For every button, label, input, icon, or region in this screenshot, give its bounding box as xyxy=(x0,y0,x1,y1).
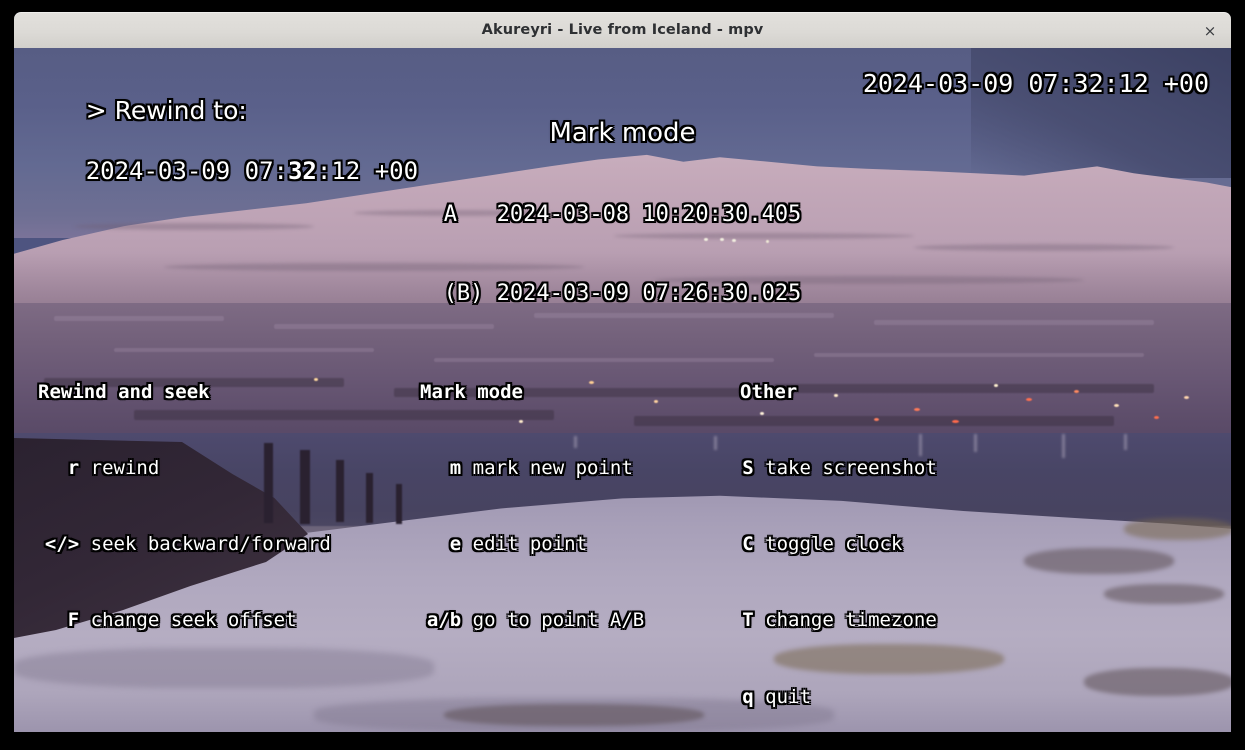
help-key: e xyxy=(449,533,462,556)
help-key: m xyxy=(449,457,462,480)
help-desc: mark new point xyxy=(472,457,633,480)
help-key: r xyxy=(67,457,80,480)
close-icon[interactable]: × xyxy=(1199,20,1221,42)
mark-mode-title: Mark mode xyxy=(549,118,696,148)
help-key: C xyxy=(742,533,754,556)
scene-light xyxy=(654,400,658,403)
mark-point-b[interactable]: (B) 2024-03-09 07:26:30.025 xyxy=(14,280,1231,307)
scene-tree xyxy=(336,460,344,522)
window-title: Akureyri - Live from Iceland - mpv xyxy=(481,22,764,38)
help-key: F xyxy=(67,609,80,632)
help-desc: rewind xyxy=(90,457,160,480)
scene-light xyxy=(1026,398,1032,401)
help-heading: Other xyxy=(740,380,798,403)
help-row-edit-point[interactable]: e edit point xyxy=(420,532,644,557)
scene-exposed-ground xyxy=(1104,584,1224,604)
scene-water-reflection xyxy=(714,436,717,450)
help-row-take-screenshot[interactable]: S take screenshot xyxy=(740,456,937,481)
scene-light xyxy=(1154,416,1159,419)
mpv-window: Akureyri - Live from Iceland - mpv × > R… xyxy=(0,0,1245,750)
help-key: </> xyxy=(44,533,80,556)
help-desc: change seek offset xyxy=(90,609,297,632)
help-row-rewind[interactable]: r rewind xyxy=(38,456,331,481)
help-desc: edit point xyxy=(472,533,588,556)
scene-light xyxy=(994,384,998,387)
scene-water-reflection xyxy=(974,434,977,452)
help-row-toggle-clock[interactable]: C toggle clock xyxy=(740,532,937,557)
scene-light xyxy=(1114,404,1119,407)
scene-light xyxy=(952,420,959,423)
help-column-other: Other S take screenshot C toggle clock T… xyxy=(740,329,937,732)
mark-point-a[interactable]: A 2024-03-08 10:20:30.405 xyxy=(14,201,1231,228)
help-key: S xyxy=(742,457,754,480)
help-column-rewind-and-seek: Rewind and seek r rewind </> seek backwa… xyxy=(38,329,331,685)
help-row-seek[interactable]: </> seek backward/forward xyxy=(38,532,331,557)
help-desc: go to point A/B xyxy=(472,609,645,632)
scene-light xyxy=(1074,390,1079,393)
help-desc: take screenshot xyxy=(765,457,937,480)
help-row-change-timezone[interactable]: T change timezone xyxy=(740,608,937,633)
help-row-quit[interactable]: q quit xyxy=(740,685,937,710)
help-key: T xyxy=(742,609,754,632)
scene-light xyxy=(1184,396,1189,399)
help-column-mark-mode: Mark mode m mark new point e edit point … xyxy=(420,329,644,685)
help-heading: Mark mode xyxy=(420,380,523,403)
help-heading: Rewind and seek xyxy=(38,380,210,403)
video-surface[interactable]: > Rewind to: 2024-03-09 07:32:12 +00 Mar… xyxy=(14,48,1231,732)
help-desc: change timezone xyxy=(765,609,937,632)
mark-mode-osd: Mark mode A 2024-03-08 10:20:30.405 (B) … xyxy=(14,68,1231,359)
help-key: a/b xyxy=(426,609,462,632)
scene-exposed-ground xyxy=(1024,548,1174,574)
scene-exposed-ground-warm xyxy=(1124,518,1231,540)
scene-exposed-ground xyxy=(1084,668,1231,696)
scene-exposed-ground xyxy=(444,704,704,726)
scene-tree xyxy=(366,473,373,523)
scene-tree xyxy=(396,484,402,524)
help-desc: quit xyxy=(765,685,811,708)
help-desc: seek backward/forward xyxy=(90,533,331,556)
clock-osd: 2024-03-09 07:32:12 +00 xyxy=(862,69,1209,98)
help-row-seek-offset[interactable]: F change seek offset xyxy=(38,608,331,633)
help-row-go-to-point[interactable]: a/b go to point A/B xyxy=(420,608,644,633)
scene-water-reflection xyxy=(1124,434,1127,450)
window-titlebar[interactable]: Akureyri - Live from Iceland - mpv × xyxy=(14,12,1231,48)
help-key: q xyxy=(742,685,754,708)
help-desc: toggle clock xyxy=(765,533,903,556)
help-row-mark-new-point[interactable]: m mark new point xyxy=(420,456,644,481)
scene-water-reflection xyxy=(1062,434,1065,458)
